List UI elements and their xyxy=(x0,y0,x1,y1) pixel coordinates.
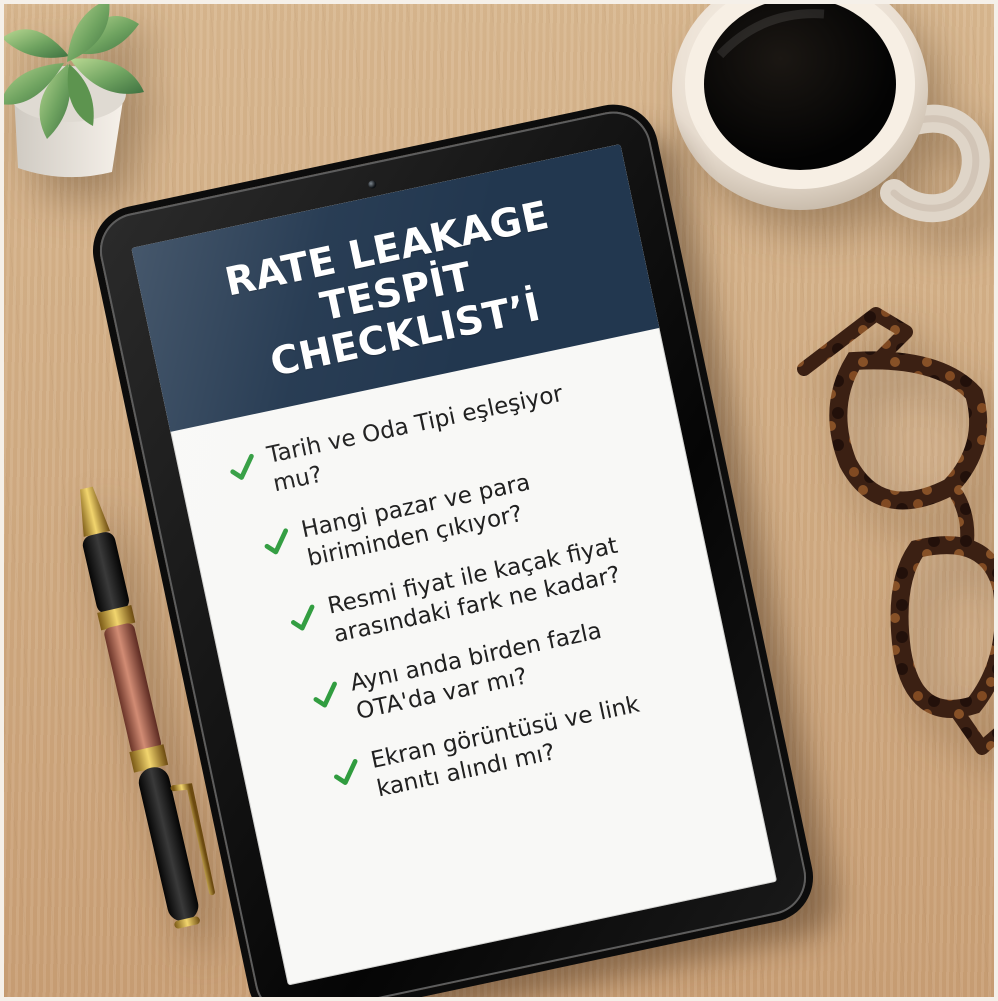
check-icon xyxy=(291,604,315,631)
check-icon xyxy=(230,453,254,480)
eyeglasses-icon xyxy=(797,307,994,755)
desk-photo-scene: RATE LEAKAGE TESPİT CHECKLIST’İ Tarih ve… xyxy=(0,0,998,1001)
checklist-screen: RATE LEAKAGE TESPİT CHECKLIST’İ Tarih ve… xyxy=(131,144,778,986)
check-icon xyxy=(313,681,337,708)
succulent-icon xyxy=(4,4,144,178)
coffee-cup-icon xyxy=(672,4,990,223)
check-icon xyxy=(334,759,358,786)
camera-icon xyxy=(367,179,378,190)
check-icon xyxy=(264,528,289,555)
